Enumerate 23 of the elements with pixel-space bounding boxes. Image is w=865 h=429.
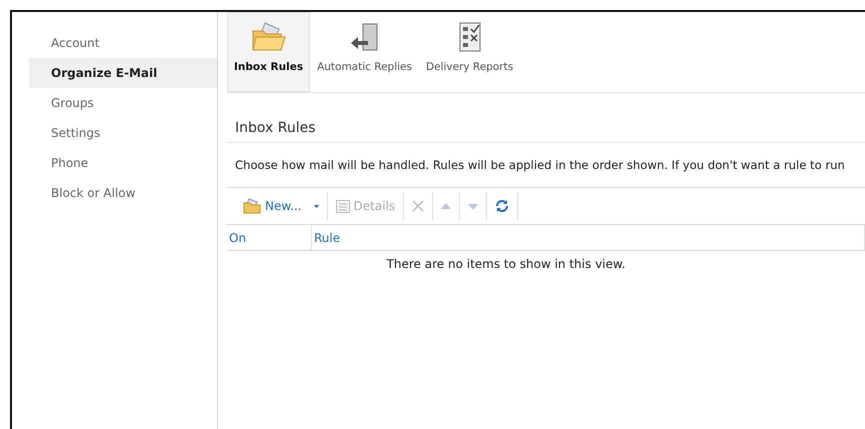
folder-icon [250,21,287,53]
sidebar-item[interactable]: Organize E-Mail [29,58,217,88]
new-button[interactable]: New... [235,192,328,220]
up-arrow-icon [441,202,452,210]
column-header[interactable]: On [229,230,246,244]
section-title: Inbox Rules [235,120,317,138]
description-text: Choose how mail will be handled. Rules will be applied in the order shown. If you don't want a rule to run [235,158,845,172]
ribbon-tab[interactable]: Delivery Reports [418,12,520,92]
ribbon-tab[interactable]: Automatic Replies [310,12,419,92]
sidebar-item[interactable]: Groups [29,88,217,118]
sidebar-item[interactable]: Phone [29,148,217,178]
folder-icon [243,198,261,214]
sidebar-item[interactable]: Block or Allow [29,178,217,208]
refresh-icon [495,199,510,213]
empty-message: There are no items to show in this view. [386,257,626,271]
sidebar-item[interactable]: Settings [29,118,217,148]
ribbon-tab[interactable]: Inbox Rules [227,12,310,92]
sidebar-item[interactable]: Account [29,28,217,58]
close-icon [412,200,424,212]
list-icon [336,200,350,212]
caret-icon [314,204,319,208]
column-header[interactable]: Rule [314,230,340,244]
down-arrow-icon [468,202,478,210]
